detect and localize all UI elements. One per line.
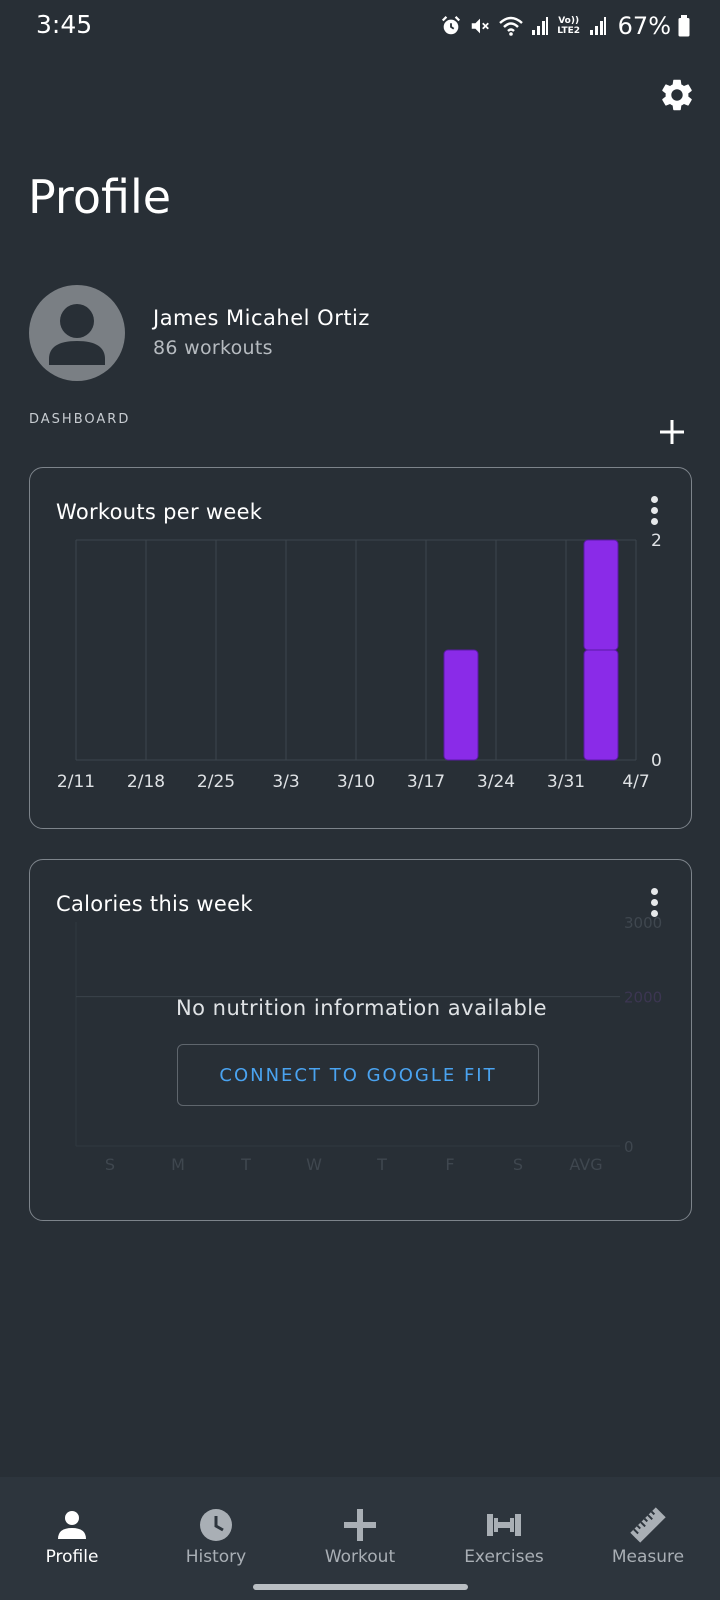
add-widget-plus-icon[interactable] [657, 417, 687, 447]
workouts-per-week-card: Workouts per week 2/11 2/18 2/25 3/3 3/10 3/1… [29, 467, 692, 829]
signal-icon [531, 16, 549, 36]
y-tick-label: 3000 [624, 914, 662, 932]
y-tick-label: 0 [651, 751, 662, 771]
profile-name: James Micahel Ortiz [153, 306, 370, 330]
x-tick-label: S [105, 1155, 115, 1174]
connect-google-fit-button[interactable]: CONNECT TO GOOGLE FIT [177, 1044, 539, 1106]
x-tick-label: 3/17 [407, 772, 445, 792]
dumbbell-icon [486, 1507, 522, 1543]
clock-icon [198, 1507, 234, 1543]
alarm-icon [440, 15, 462, 37]
network-type: Vo)) LTE2 [557, 16, 581, 36]
profile-workout-count: 86 workouts [153, 337, 273, 359]
nav-item-measure[interactable]: Measure [576, 1477, 720, 1577]
x-tick-label: M [171, 1155, 185, 1174]
home-indicator [253, 1584, 468, 1590]
bar-segment [443, 649, 479, 761]
nav-item-profile[interactable]: Profile [0, 1477, 144, 1577]
person-icon [54, 1507, 90, 1543]
bar-segment [583, 539, 619, 651]
bar-segment [583, 649, 619, 761]
x-tick-label: T [376, 1155, 387, 1174]
x-tick-label: F [445, 1155, 454, 1174]
bottom-nav: Profile History Workout Exercises Measur… [0, 1477, 720, 1600]
nav-item-history[interactable]: History [144, 1477, 288, 1577]
avatar[interactable] [29, 285, 125, 381]
calories-card: Calories this week 3000 2000 0 S M T W T F S AVG N… [29, 859, 692, 1221]
status-bar: 3:45 Vo)) LTE2 67% [0, 0, 720, 52]
nav-label: Exercises [464, 1547, 544, 1567]
empty-state-message: No nutrition information available [175, 996, 548, 1020]
nav-item-exercises[interactable]: Exercises [432, 1477, 576, 1577]
calories-chart: 300020000S M T W T F S AVG [75, 914, 662, 1174]
x-tick-label: 3/10 [337, 772, 375, 792]
page-title: Profile [28, 170, 172, 224]
nav-item-workout[interactable]: Workout [288, 1477, 432, 1577]
x-tick-label: 4/7 [622, 772, 649, 792]
x-tick-label: S [513, 1155, 523, 1174]
x-tick-label: AVG [569, 1155, 602, 1174]
status-icons: Vo)) LTE2 67% [440, 12, 690, 40]
x-tick-label: 3/24 [477, 772, 515, 792]
nav-label: History [185, 1547, 247, 1567]
x-tick-label: 2/18 [127, 772, 165, 792]
wifi-icon [498, 15, 524, 37]
nav-label: Measure [611, 1547, 685, 1567]
x-tick-label: T [240, 1155, 251, 1174]
plus-icon [342, 1507, 378, 1543]
status-time: 3:45 [36, 10, 93, 39]
y-tick-label: 2 [651, 531, 662, 551]
dashboard-label: DASHBOARD [29, 412, 131, 427]
nav-label: Profile [45, 1547, 99, 1567]
workouts-chart: 2/11 2/18 2/25 3/3 3/10 3/17 3/24 3/31 4/7 2 0 [57, 531, 662, 792]
battery-percent: 67% [617, 12, 671, 40]
battery-icon [678, 15, 690, 37]
ruler-icon [630, 1507, 666, 1543]
x-tick-label: 3/3 [272, 772, 299, 792]
nav-label: Workout [324, 1547, 396, 1567]
x-tick-label: 2/11 [57, 772, 95, 792]
signal-icon-2 [589, 16, 607, 36]
x-tick-label: 2/25 [197, 772, 235, 792]
y-tick-label: 0 [624, 1138, 634, 1156]
x-tick-label: W [306, 1155, 322, 1174]
mute-icon [469, 15, 491, 37]
x-tick-label: 3/31 [547, 772, 585, 792]
settings-gear-icon[interactable] [658, 76, 696, 114]
